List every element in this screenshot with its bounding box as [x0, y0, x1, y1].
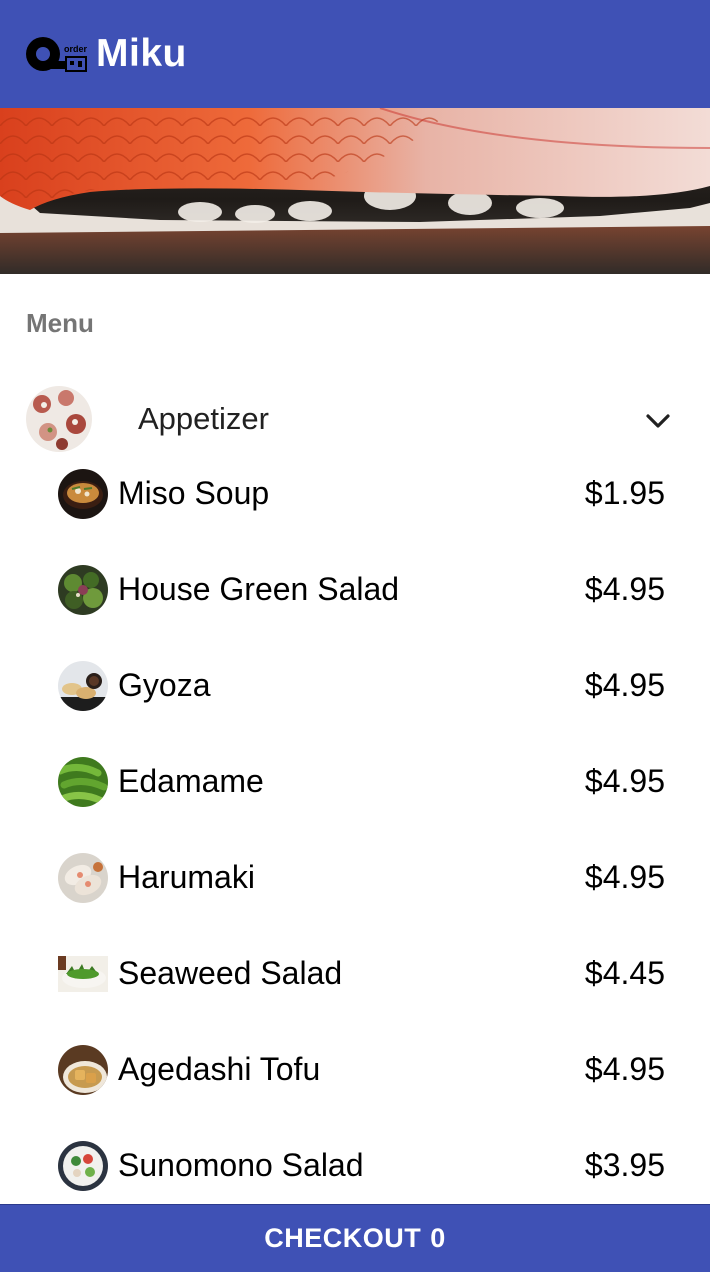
- menu-item-gyoza[interactable]: Gyoza $4.95: [0, 638, 710, 734]
- qr-order-logo-icon: order: [26, 37, 88, 72]
- item-price: $1.95: [584, 475, 665, 511]
- item-price: $4.95: [584, 1051, 665, 1087]
- item-price: $4.95: [584, 667, 665, 703]
- menu-item-edamame[interactable]: Edamame $4.95: [0, 734, 710, 830]
- item-name: Edamame: [118, 763, 264, 799]
- chevron-down-icon[interactable]: [643, 406, 673, 436]
- checkout-button[interactable]: CHECKOUT 0: [0, 1204, 710, 1272]
- agedashi-tofu-photo-icon: [58, 1045, 108, 1095]
- app-title: Miku: [96, 32, 187, 75]
- item-price: $4.95: [584, 763, 665, 799]
- menu-item-list: Miso Soup $1.95 House Green Salad $4.95: [0, 446, 710, 1214]
- item-name: Harumaki: [118, 859, 255, 895]
- menu-item-harumaki[interactable]: Harumaki $4.95: [0, 830, 710, 926]
- menu-item-agedashi-tofu[interactable]: Agedashi Tofu $4.95: [0, 1022, 710, 1118]
- app-bar: order Miku: [0, 0, 710, 108]
- seaweed-salad-photo-icon: [58, 956, 108, 992]
- logo-text: order: [64, 44, 88, 54]
- harumaki-photo-icon: [58, 853, 108, 903]
- edamame-photo-icon: [58, 757, 108, 807]
- category-label: Appetizer: [138, 401, 269, 436]
- menu-item-miso-soup[interactable]: Miso Soup $1.95: [0, 446, 710, 542]
- checkout-label: CHECKOUT: [264, 1223, 422, 1253]
- menu-section-label: Menu: [26, 308, 94, 338]
- miso-soup-photo-icon: [58, 469, 108, 519]
- item-name: Gyoza: [118, 667, 211, 703]
- green-salad-photo-icon: [58, 565, 108, 615]
- item-price: $3.95: [584, 1147, 665, 1183]
- item-price: $4.45: [584, 955, 665, 991]
- gyoza-photo-icon: [58, 661, 108, 711]
- item-name: Sunomono Salad: [118, 1147, 364, 1183]
- appetizer-photo-icon: [26, 386, 92, 452]
- app-root: order Miku Menu Appetizer Miso Soup $1.9…: [0, 0, 710, 1272]
- sushi-hero-photo-icon: [0, 108, 710, 274]
- menu-item-seaweed-salad[interactable]: Seaweed Salad $4.45: [0, 926, 710, 1022]
- item-name: Miso Soup: [118, 475, 270, 511]
- item-name: Seaweed Salad: [118, 955, 343, 991]
- sunomono-salad-photo-icon: [58, 1141, 108, 1191]
- item-price: $4.95: [584, 859, 665, 895]
- menu-item-sunomono-salad[interactable]: Sunomono Salad $3.95: [0, 1118, 710, 1214]
- item-name: House Green Salad: [118, 571, 400, 607]
- menu-item-house-green-salad[interactable]: House Green Salad $4.95: [0, 542, 710, 638]
- hero-image: [0, 108, 710, 274]
- checkout-count: 0: [430, 1223, 446, 1253]
- item-price: $4.95: [584, 571, 665, 607]
- item-name: Agedashi Tofu: [118, 1051, 321, 1087]
